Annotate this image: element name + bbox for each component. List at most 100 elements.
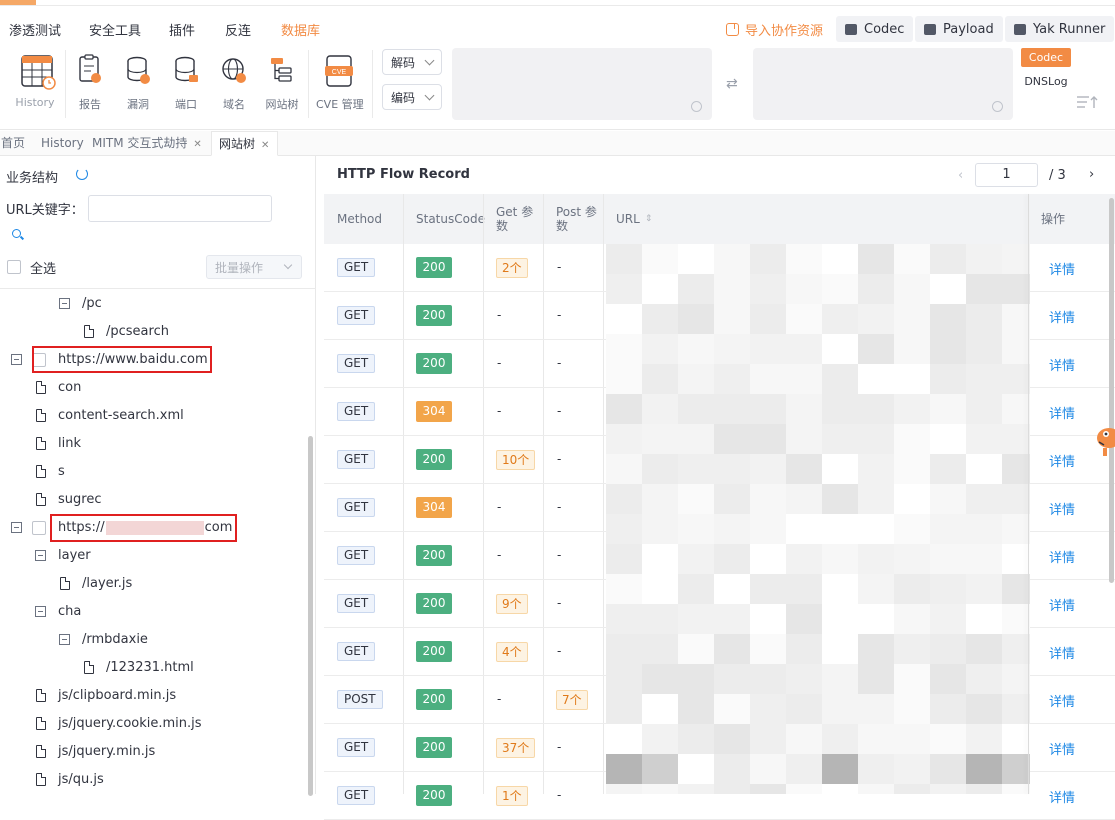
tree-file-node[interactable]: js/qu.js [0,766,300,794]
copy-icon[interactable] [691,101,702,112]
tree-file-node[interactable]: js/jquery.min.js [0,738,300,766]
detail-link[interactable]: 详情 [1049,643,1075,662]
tree-folder-node[interactable]: /pc [0,290,300,318]
refresh-icon[interactable] [76,168,88,180]
mosaic-tile [678,274,714,304]
detail-link[interactable]: 详情 [1049,787,1075,806]
column-method[interactable]: Method [337,194,397,244]
tree-node-checkbox[interactable] [32,521,46,535]
method-tag: GET [337,594,376,613]
get-params-count[interactable]: 37个 [496,738,536,758]
column-get-params[interactable]: Get 参数 [496,194,538,244]
column-post-params[interactable]: Post 参数 [556,194,598,244]
detail-link[interactable]: 详情 [1049,307,1075,326]
yak-runner-button[interactable]: Yak Runner [1005,16,1115,42]
codec-input-area[interactable] [452,48,712,120]
decode-select[interactable]: 解码 [382,49,442,75]
tool-report[interactable]: 报告 [68,54,112,112]
mosaic-tile [858,784,894,794]
tool-port[interactable]: 端口 [164,54,208,112]
detail-link[interactable]: 详情 [1049,403,1075,422]
tab-history[interactable]: History [40,131,85,156]
menu-reverse[interactable]: 反连 [225,20,251,39]
detail-link[interactable]: 详情 [1049,595,1075,614]
tree-file-node[interactable]: sugrec [0,486,300,514]
dnslog-tag[interactable]: DNSLog [1021,72,1071,91]
detail-link[interactable]: 详情 [1049,499,1075,518]
tab-mitm[interactable]: MITM 交互式劫持 ✕ [91,131,203,156]
tree-file-node[interactable]: con [0,374,300,402]
tree-file-node[interactable]: /pcsearch [0,318,300,346]
tree-file-node[interactable]: js/jquery.cookie.min.js [0,710,300,738]
tree-file-node[interactable]: /layer.js [0,570,300,598]
get-params-count[interactable]: 1个 [496,786,528,806]
tool-site-tree[interactable]: 网站树 [260,54,304,112]
codec-button[interactable]: Codec [836,16,914,42]
select-all-checkbox[interactable] [7,260,21,274]
tree-file-node[interactable]: content-search.xml [0,402,300,430]
mosaic-tile [894,574,930,604]
collapse-icon[interactable] [11,354,22,365]
collapse-icon[interactable] [35,606,46,617]
sort-icon[interactable]: ⇕ [645,212,653,226]
mosaic-tile [786,424,822,454]
tree-folder-node[interactable]: /rmbdaxie [0,626,300,654]
batch-operation-select[interactable]: 批量操作 [206,255,302,279]
tool-domain[interactable]: 域名 [212,54,256,112]
mosaic-tile [606,604,642,634]
tree-file-node[interactable]: s [0,458,300,486]
swap-icon[interactable]: ⇄ [726,76,738,92]
detail-link[interactable]: 详情 [1049,691,1075,710]
close-icon[interactable]: ✕ [193,139,201,150]
detail-link[interactable]: 详情 [1049,739,1075,758]
tool-cve[interactable]: CVE CVE 管理 [316,54,364,112]
tool-vulnerability[interactable]: 漏洞 [116,54,160,112]
get-params-count[interactable]: 10个 [496,450,536,470]
page-input[interactable]: 1 [975,163,1038,187]
tab-site-tree[interactable]: 网站树 ✕ [211,131,279,156]
codec-tag[interactable]: Codec [1021,48,1071,67]
payload-button[interactable]: Payload [915,16,1003,42]
collapse-icon[interactable] [11,522,22,533]
detail-link[interactable]: 详情 [1049,451,1075,470]
sort-icon[interactable] [1076,94,1098,110]
get-params-count[interactable]: 2个 [496,258,528,278]
encode-select[interactable]: 编码 [382,84,442,110]
get-params-count[interactable]: 9个 [496,594,528,614]
scrollbar[interactable] [1109,198,1114,583]
get-params-count: - [497,356,502,370]
next-page-icon[interactable]: › [1089,167,1094,182]
menu-database[interactable]: 数据库 [281,20,320,39]
tree-folder-node[interactable]: cha [0,598,300,626]
import-resources-button[interactable]: 导入协作资源 [726,16,823,42]
post-params-count[interactable]: 7个 [556,690,588,710]
mosaic-tile [642,334,678,364]
tab-home[interactable]: 首页 [0,131,26,156]
tree-file-node[interactable]: /123231.html [0,654,300,682]
collapse-icon[interactable] [35,550,46,561]
collapse-icon[interactable] [59,298,70,309]
detail-link[interactable]: 详情 [1049,259,1075,278]
detail-link[interactable]: 详情 [1049,547,1075,566]
codec-output-area[interactable] [753,48,1013,120]
import-resources-label: 导入协作资源 [745,23,824,39]
collapse-icon[interactable] [59,634,70,645]
tree-file-node[interactable]: link [0,430,300,458]
close-icon[interactable]: ✕ [261,140,269,151]
tree-folder-node[interactable]: layer [0,542,300,570]
url-keyword-input[interactable] [88,195,272,222]
tool-history[interactable]: History [13,54,57,109]
detail-link[interactable]: 详情 [1049,355,1075,374]
prev-page-icon[interactable]: ‹ [958,168,963,183]
menu-security-tools[interactable]: 安全工具 [89,20,141,39]
column-url[interactable]: URL ⇕ [616,194,676,244]
search-icon[interactable] [12,229,21,238]
get-params-count[interactable]: 4个 [496,642,528,662]
menu-plugins[interactable]: 插件 [169,20,195,39]
scrollbar[interactable] [308,436,313,796]
menu-pentest[interactable]: 渗透测试 [9,20,61,39]
column-status[interactable]: StatusCode [416,194,486,244]
tree-file-node[interactable]: js/clipboard.min.js [0,682,300,710]
mosaic-tile [606,424,642,454]
copy-icon[interactable] [992,101,1003,112]
